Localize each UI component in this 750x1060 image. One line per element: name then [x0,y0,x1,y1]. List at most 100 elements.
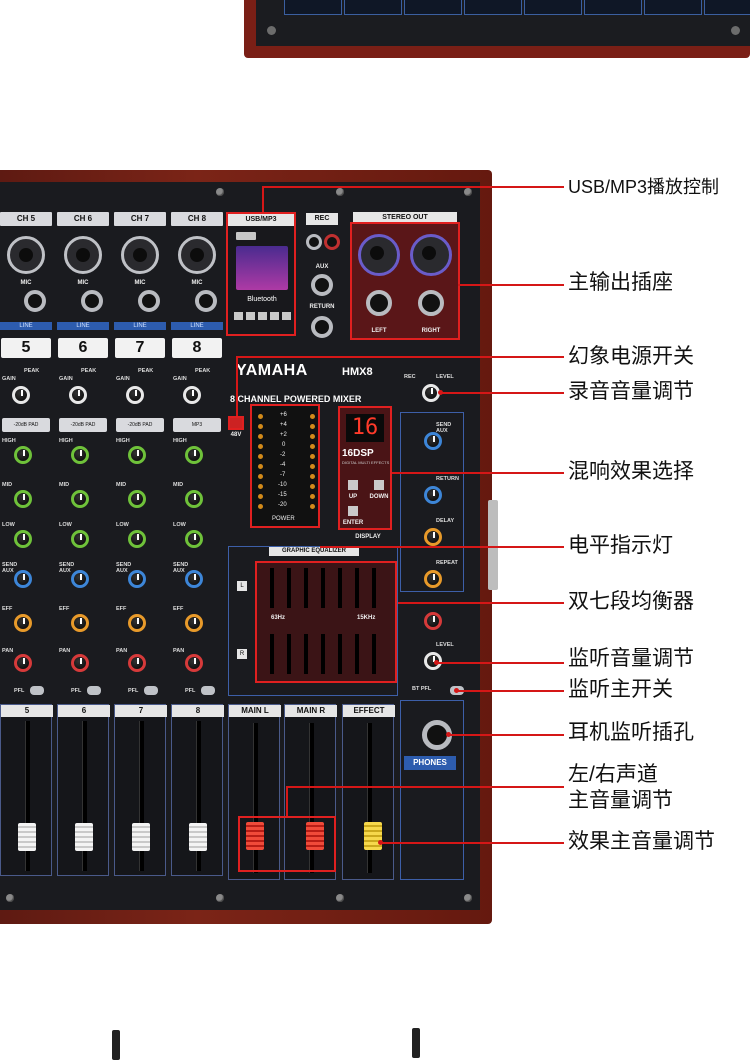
phantom-power-switch[interactable] [228,416,244,430]
pfl-button[interactable] [144,686,158,695]
pad-switch[interactable]: -20dB PAD [116,418,164,432]
eq-mid-knob[interactable] [128,490,146,508]
pfl-button[interactable] [30,686,44,695]
mp3-button[interactable] [282,312,291,320]
callout-main-fader-line1: 左/右声道 [568,763,658,786]
line-jack-input[interactable] [195,290,217,312]
gain-knob[interactable] [69,386,87,404]
effect-send-knob[interactable] [71,614,89,632]
main-l-fader[interactable] [246,822,264,850]
main-out-xlr-right[interactable] [410,234,452,276]
effect-send-knob[interactable] [128,614,146,632]
eq-band-slider[interactable] [287,568,291,608]
aux-jack[interactable] [311,274,333,296]
return-label: RETURN [309,304,335,310]
pfl-button[interactable] [87,686,101,695]
channel-number: 5 [1,338,51,358]
eq-band-slider[interactable] [270,634,274,674]
pan-knob[interactable] [14,654,32,672]
high-label: HIGH [2,438,16,444]
eq-high-knob[interactable] [14,446,32,464]
effect-enter-button[interactable] [348,506,358,516]
mic-xlr-input[interactable] [178,236,216,274]
eq-band-slider[interactable] [355,568,359,608]
aux-return-knob[interactable] [424,486,442,504]
mp3-switch[interactable]: MP3 [173,418,221,432]
callout-reverb-select: 混响效果选择 [568,460,694,483]
aux-send-knob[interactable] [71,570,89,588]
pan-knob[interactable] [185,654,203,672]
eq-low-knob[interactable] [128,530,146,548]
callout-effect-fader: 效果主音量调节 [568,830,715,853]
aux-send-knob[interactable] [185,570,203,588]
delay-knob[interactable] [424,528,442,546]
eq-band-slider[interactable] [304,568,308,608]
aux-send-knob[interactable] [14,570,32,588]
line-jack-input[interactable] [81,290,103,312]
eq-mid-knob[interactable] [14,490,32,508]
eq-band-slider[interactable] [321,568,325,608]
mic-xlr-input[interactable] [121,236,159,274]
eq-band-slider[interactable] [355,634,359,674]
effect-send-knob[interactable] [14,614,32,632]
mp3-button[interactable] [258,312,267,320]
pfl-button[interactable] [201,686,215,695]
repeat-knob[interactable] [424,570,442,588]
pad-switch[interactable]: -20dB PAD [2,418,50,432]
pad-switch[interactable]: -20dB PAD [59,418,107,432]
aux-send-knob[interactable] [128,570,146,588]
mp3-button[interactable] [270,312,279,320]
rec-out-r-jack[interactable] [324,234,340,250]
gain-knob[interactable] [183,386,201,404]
channel-fader[interactable] [75,823,93,851]
mic-xlr-input[interactable] [7,236,45,274]
meter-scale: -4 [280,462,286,468]
effect-down-button[interactable] [374,480,384,490]
eq-low-knob[interactable] [71,530,89,548]
main-out-jack-left[interactable] [366,290,392,316]
eq-low-knob[interactable] [185,530,203,548]
channel-fader[interactable] [132,823,150,851]
gain-knob[interactable] [126,386,144,404]
pan-knob[interactable] [128,654,146,672]
main-out-jack-right[interactable] [418,290,444,316]
callout-usb-mp3: USB/MP3播放控制 [568,177,720,197]
eq-band-slider[interactable] [338,634,342,674]
eq-high-knob[interactable] [71,446,89,464]
channel-fader[interactable] [189,823,207,851]
rec-out-l-jack[interactable] [306,234,322,250]
eq-mid-knob[interactable] [185,490,203,508]
pan-knob[interactable] [71,654,89,672]
effect-up-button[interactable] [348,480,358,490]
line-jack-input[interactable] [138,290,160,312]
effect-send-knob[interactable] [185,614,203,632]
eq-band-slider[interactable] [304,634,308,674]
mic-xlr-input[interactable] [64,236,102,274]
channel-head-6: CH 6 [57,212,109,226]
main-r-label: MAIN R [285,705,337,717]
eq-mid-knob[interactable] [71,490,89,508]
channel-fader[interactable] [18,823,36,851]
effect-master-fader[interactable] [364,822,382,850]
eq-band-slider[interactable] [338,568,342,608]
eq-band-slider[interactable] [321,634,325,674]
eq-band-slider[interactable] [287,634,291,674]
gain-knob[interactable] [12,386,30,404]
leader-dot [446,732,451,737]
eq-band-slider[interactable] [270,568,274,608]
line-jack-input[interactable] [24,290,46,312]
main-r-fader[interactable] [306,822,324,850]
eq-high-knob[interactable] [185,446,203,464]
main-out-xlr-left[interactable] [358,234,400,276]
return-jack[interactable] [311,316,333,338]
eq-low-knob[interactable] [14,530,32,548]
aux-master-send-knob[interactable] [424,432,442,450]
eq-high-knob[interactable] [128,446,146,464]
usb-port[interactable] [236,232,256,240]
eq-band-slider[interactable] [372,568,376,608]
mp3-button[interactable] [234,312,243,320]
monitor-level-knob[interactable] [424,652,442,670]
eq-band-slider[interactable] [372,634,376,674]
mp3-button[interactable] [246,312,255,320]
effect-level-knob[interactable] [424,612,442,630]
